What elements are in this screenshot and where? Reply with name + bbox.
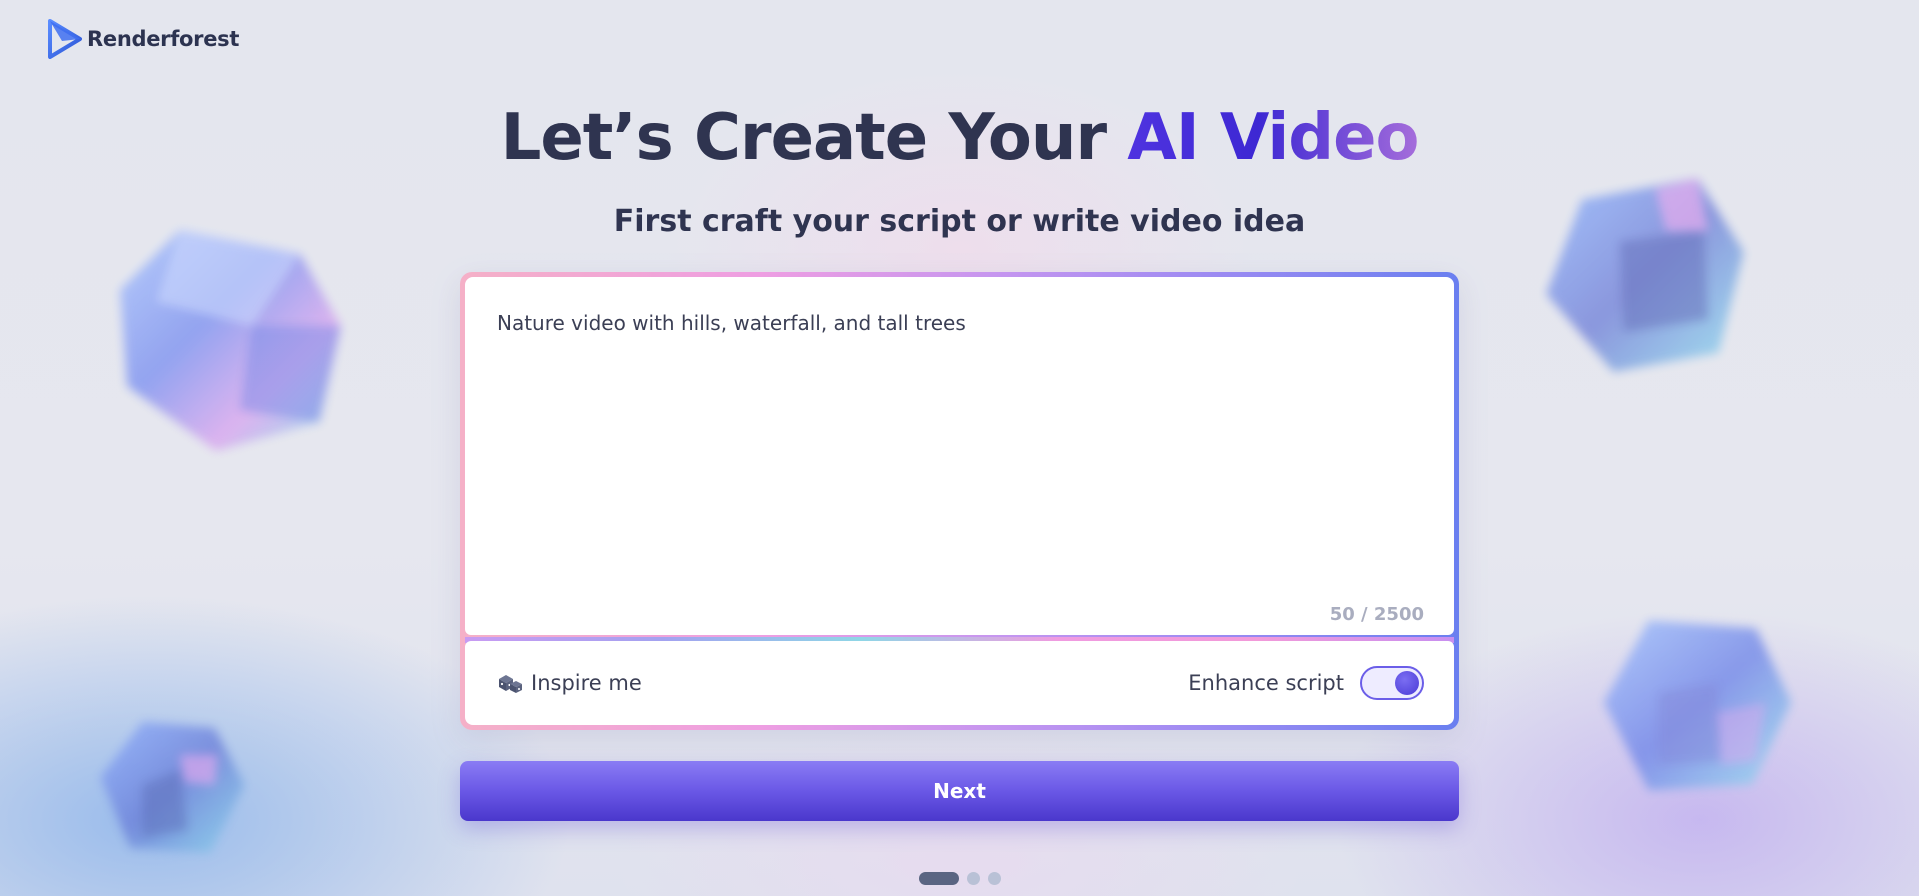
dice-icon bbox=[499, 675, 522, 693]
inspire-me-button[interactable]: Inspire me bbox=[497, 671, 642, 695]
decorative-cube-right-bottom bbox=[1600, 605, 1795, 800]
page-title: Let’s Create Your AI Video bbox=[0, 98, 1919, 178]
page-title-accent: AI Video bbox=[1127, 101, 1419, 175]
decorative-cube-left-bottom bbox=[95, 710, 250, 860]
pagination-dot-step-1[interactable] bbox=[919, 872, 959, 885]
enhance-script-toggle[interactable] bbox=[1360, 666, 1424, 700]
script-text[interactable]: Nature video with hills, waterfall, and … bbox=[497, 311, 966, 335]
enhance-script-control: Enhance script bbox=[1188, 666, 1424, 700]
brand-name: Renderforest bbox=[87, 27, 240, 51]
next-button[interactable]: Next bbox=[460, 761, 1459, 821]
page-subtitle: First craft your script or write video i… bbox=[613, 204, 1306, 239]
character-counter: 50 / 2500 bbox=[1329, 604, 1424, 625]
decorative-cube-left-top bbox=[108, 218, 348, 458]
editor-toolbar: Inspire me Enhance script bbox=[465, 641, 1454, 725]
page-title-main: Let’s Create Your bbox=[500, 101, 1128, 175]
script-editor-inner: Nature video with hills, waterfall, and … bbox=[465, 277, 1454, 725]
pagination-dot-step-2[interactable] bbox=[967, 872, 980, 885]
pagination-dot-step-3[interactable] bbox=[988, 872, 1001, 885]
inspire-me-label: Inspire me bbox=[531, 671, 642, 695]
step-pagination bbox=[919, 872, 1001, 885]
play-logo-icon bbox=[48, 19, 82, 59]
script-textarea[interactable]: Nature video with hills, waterfall, and … bbox=[465, 277, 1454, 635]
script-editor-card: Nature video with hills, waterfall, and … bbox=[460, 272, 1459, 730]
brand-logo[interactable]: Renderforest bbox=[48, 19, 239, 59]
toggle-knob bbox=[1395, 671, 1419, 695]
enhance-script-label: Enhance script bbox=[1188, 671, 1344, 695]
